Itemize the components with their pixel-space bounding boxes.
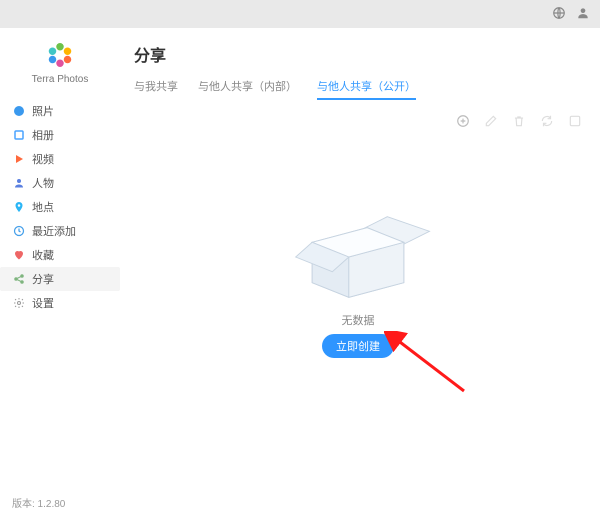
sidebar-item-settings[interactable]: 设置 [0,291,120,315]
toolbar [134,114,582,131]
sidebar-item-videos[interactable]: 视频 [0,147,120,171]
person-icon [12,176,26,190]
sidebar-item-label: 地点 [32,199,54,215]
sidebar-item-label: 分享 [32,271,54,287]
create-button[interactable]: 立即创建 [322,334,394,358]
sidebar-item-fav[interactable]: 收藏 [0,243,120,267]
delete-icon[interactable] [512,114,526,131]
top-bar [0,0,600,28]
heart-icon [12,248,26,262]
share-icon [12,272,26,286]
sidebar-item-share[interactable]: 分享 [0,267,120,291]
sidebar-item-places[interactable]: 地点 [0,195,120,219]
globe-icon[interactable] [552,6,566,23]
pin-icon [12,200,26,214]
tab-with-others-public[interactable]: 与他人共享（公开） [317,78,416,100]
app-name: Terra Photos [0,74,120,85]
sidebar-item-recent[interactable]: 最近添加 [0,219,120,243]
refresh-icon[interactable] [540,114,554,131]
sidebar-item-label: 视频 [32,151,54,167]
main-panel: 分享 与我共享 与他人共享（内部） 与他人共享（公开） 无数据 [120,28,600,518]
add-icon[interactable] [456,114,470,131]
image-icon [12,104,26,118]
sidebar-item-label: 相册 [32,127,54,143]
empty-text: 无数据 [342,312,375,328]
sidebar: Terra Photos 照片 相册 视频 人物 地点 最近添加 收藏 [0,28,120,518]
tab-with-me[interactable]: 与我共享 [134,78,178,100]
sidebar-item-label: 最近添加 [32,223,76,239]
play-icon [12,152,26,166]
sidebar-item-people[interactable]: 人物 [0,171,120,195]
sidebar-item-label: 收藏 [32,247,54,263]
edit-icon[interactable] [484,114,498,131]
sidebar-item-label: 设置 [32,295,54,311]
gear-icon [12,296,26,310]
app-logo-icon [0,40,120,70]
annotation-arrow-icon [384,331,474,401]
tab-with-others-internal[interactable]: 与他人共享（内部） [198,78,297,100]
clock-icon [12,224,26,238]
album-icon [12,128,26,142]
page-title: 分享 [134,42,582,66]
sidebar-item-photos[interactable]: 照片 [0,99,120,123]
more-icon[interactable] [568,114,582,131]
sidebar-item-label: 照片 [32,103,54,119]
sidebar-item-label: 人物 [32,175,54,191]
share-tabs: 与我共享 与他人共享（内部） 与他人共享（公开） [134,78,582,100]
user-icon[interactable] [576,6,590,23]
empty-box-icon [283,191,433,304]
sidebar-item-albums[interactable]: 相册 [0,123,120,147]
brand: Terra Photos [0,34,120,95]
version-label: 版本: 1.2.80 [12,495,65,510]
nav-list: 照片 相册 视频 人物 地点 最近添加 收藏 分享 [0,99,120,315]
empty-state: 无数据 立即创建 [134,191,582,358]
